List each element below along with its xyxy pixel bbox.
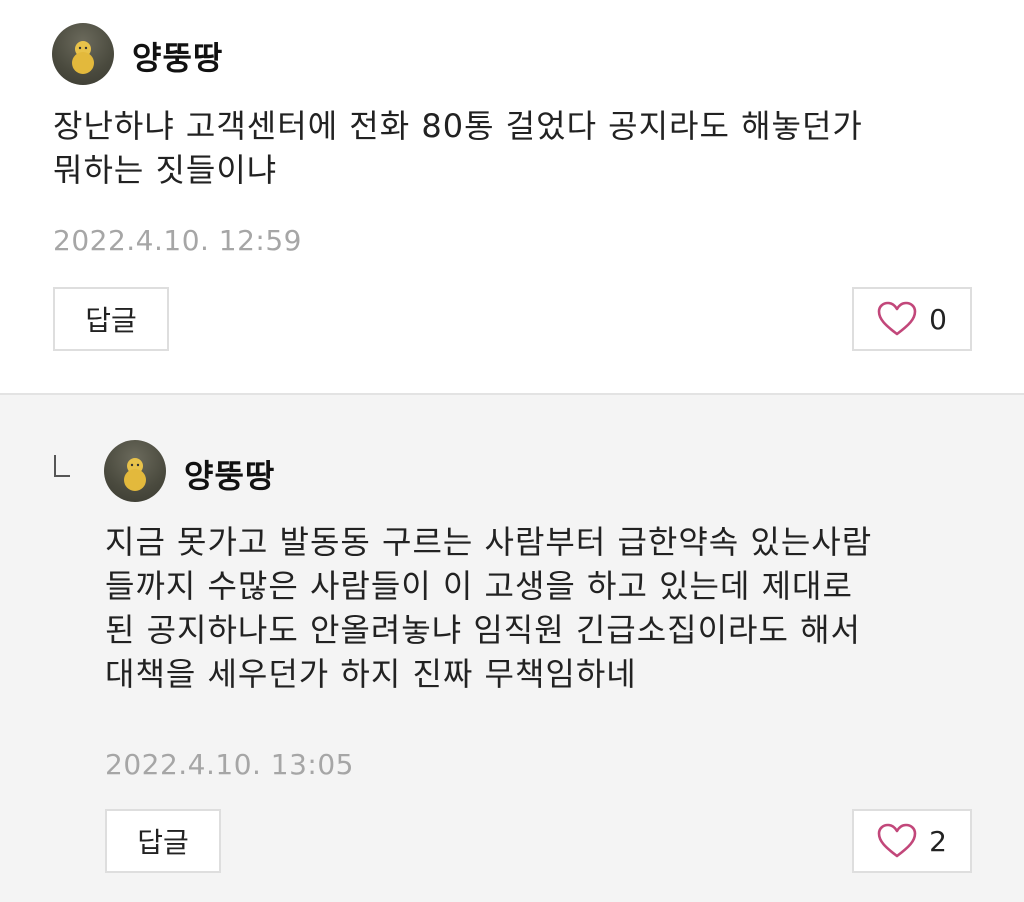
heart-outline-icon [877,301,917,336]
like-count: 2 [929,824,947,858]
comment-body: 지금 못가고 발동동 구르는 사람부터 급한약속 있는사람 들까지 수많은 사람… [105,523,873,693]
comment-item: 양뚱땅 장난하냐 고객센터에 전화 80통 걸었다 공지라도 해놓던가 뭐하는 … [0,0,1024,395]
reply-button[interactable]: 답글 [105,809,221,873]
reply-comment-item: 양뚱땅 지금 못가고 발동동 구르는 사람부터 급한약속 있는사람 들까지 수많… [0,395,1024,902]
comment-author[interactable]: 양뚱땅 [132,33,223,79]
comment-body: 장난하냐 고객센터에 전화 80통 걸었다 공지라도 해놓던가 뭐하는 짓들이냐 [53,107,863,189]
avatar[interactable] [104,440,166,502]
like-count: 0 [929,302,947,336]
reply-button[interactable]: 답글 [53,287,169,351]
reply-corner-icon [54,455,70,477]
chick-avatar-icon [72,41,94,74]
like-button[interactable]: 2 [852,809,972,873]
comment-timestamp: 2022.4.10. 12:59 [53,224,302,257]
comment-timestamp: 2022.4.10. 13:05 [105,748,354,781]
heart-outline-icon [877,823,917,858]
like-button[interactable]: 0 [852,287,972,351]
comment-author[interactable]: 양뚱땅 [184,451,275,497]
avatar[interactable] [52,23,114,85]
chick-avatar-icon [124,458,146,491]
